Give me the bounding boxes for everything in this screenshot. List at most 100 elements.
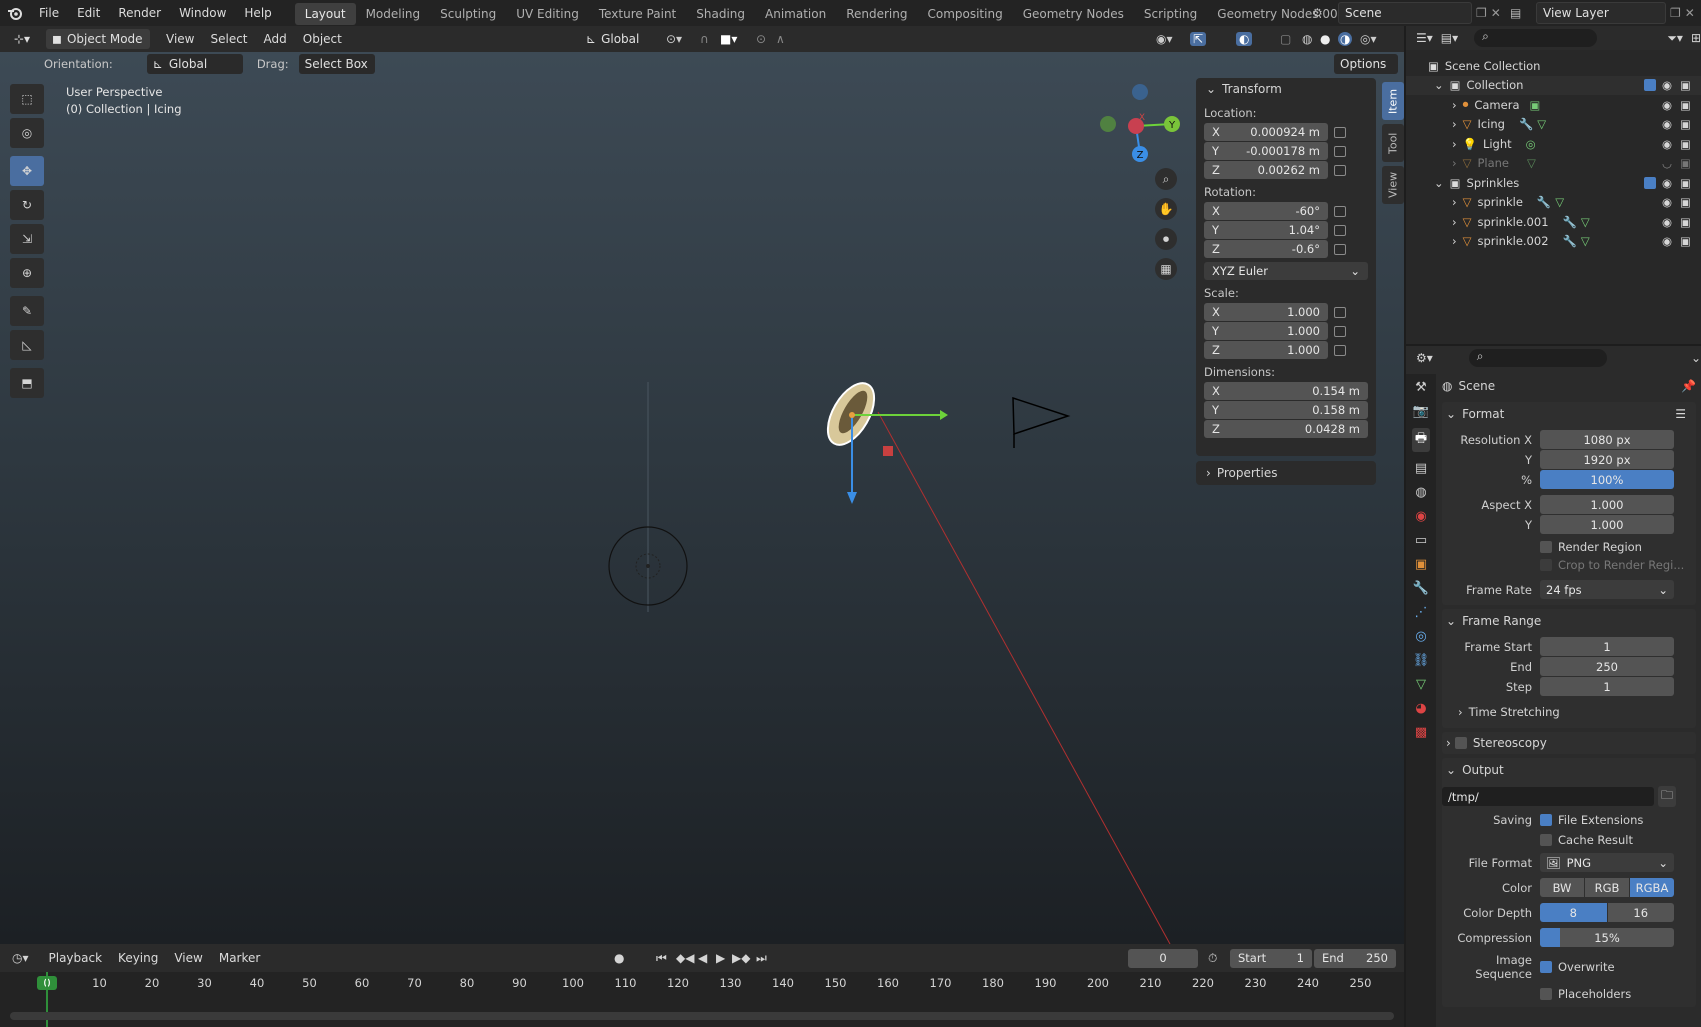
- end-frame-field[interactable]: End 250: [1314, 948, 1396, 968]
- menu-help[interactable]: Help: [235, 0, 280, 26]
- list-item[interactable]: › ▽ Icing 🔧 ▽ ◉ ▣: [1406, 115, 1701, 135]
- rotation-x-field[interactable]: X -60°: [1204, 202, 1328, 220]
- menu-window[interactable]: Window: [170, 0, 235, 26]
- pan-hand-icon[interactable]: ✋: [1155, 198, 1177, 220]
- eye-hidden-icon[interactable]: ◡: [1662, 156, 1672, 170]
- file-extensions-checkbox[interactable]: File Extensions: [1540, 813, 1674, 827]
- menu-view[interactable]: View: [166, 951, 210, 965]
- frame-step-field[interactable]: 1: [1540, 677, 1674, 696]
- dimensions-x-field[interactable]: X 0.154 m: [1204, 382, 1368, 400]
- eye-icon[interactable]: ◉: [1662, 234, 1672, 248]
- eye-icon[interactable]: ◉: [1662, 176, 1672, 190]
- visibility-icon[interactable]: ◉▾: [1156, 32, 1173, 46]
- compression-slider[interactable]: 15%: [1540, 928, 1674, 947]
- output-path-input[interactable]: /tmp/: [1442, 787, 1654, 806]
- output-tab-icon[interactable]: 🖶: [1411, 428, 1431, 452]
- rotation-y-field[interactable]: Y 1.04°: [1204, 221, 1328, 239]
- menu-edit[interactable]: Edit: [68, 0, 109, 26]
- depth-16-button[interactable]: 16: [1607, 903, 1674, 922]
- annotate-tool-icon[interactable]: ✎: [10, 296, 44, 326]
- options-chevron-icon[interactable]: ⌄: [1691, 351, 1701, 365]
- snap-icon[interactable]: ∩: [700, 32, 709, 46]
- cache-result-checkbox[interactable]: Cache Result: [1540, 833, 1674, 847]
- lock-icon[interactable]: [1334, 145, 1346, 157]
- menu-file[interactable]: File: [30, 0, 68, 26]
- modifier-tab-icon[interactable]: 🔧: [1413, 581, 1429, 596]
- current-frame-field[interactable]: 0: [1128, 948, 1198, 968]
- camera-render-icon[interactable]: ▣: [1680, 78, 1691, 92]
- rendered-shading-icon[interactable]: ◎▾: [1360, 32, 1377, 46]
- overlays-icon[interactable]: ◐: [1236, 32, 1253, 46]
- tab-compositing[interactable]: Compositing: [917, 3, 1012, 25]
- navigation-gizmo[interactable]: Y Z X: [1100, 84, 1180, 164]
- resolution-x-field[interactable]: 1080 px: [1540, 430, 1674, 449]
- eye-icon[interactable]: ◉: [1662, 215, 1672, 229]
- tab-rendering[interactable]: Rendering: [836, 3, 917, 25]
- menu-playback[interactable]: Playback: [41, 951, 111, 965]
- camera-render-icon[interactable]: ▣: [1680, 215, 1691, 229]
- placeholders-checkbox[interactable]: Placeholders: [1540, 987, 1674, 1001]
- file-format-select[interactable]: 🖼 PNG ⌄: [1540, 853, 1674, 872]
- wireframe-shading-icon[interactable]: ◍: [1302, 32, 1312, 46]
- checkbox-icon[interactable]: [1454, 737, 1467, 749]
- camera-render-icon[interactable]: ▣: [1680, 195, 1691, 209]
- jump-end-icon[interactable]: ⏭: [756, 951, 767, 966]
- menu-select[interactable]: Select: [202, 32, 255, 46]
- start-frame-field[interactable]: Start 1: [1230, 948, 1312, 968]
- tab-animation[interactable]: Animation: [755, 3, 836, 25]
- play-reverse-icon[interactable]: ◀: [698, 951, 707, 965]
- scene-select[interactable]: Scene: [1338, 2, 1472, 24]
- tab-item[interactable]: Item: [1382, 82, 1404, 120]
- aspect-x-field[interactable]: 1.000: [1540, 495, 1674, 514]
- folder-icon[interactable]: 🗀: [1658, 786, 1677, 807]
- scene-icon[interactable]: ⚙: [1312, 6, 1334, 20]
- list-item[interactable]: ⌄ ▣ Collection ◉ ▣: [1406, 75, 1701, 95]
- tab-texture-paint[interactable]: Texture Paint: [589, 3, 686, 25]
- color-rgb-button[interactable]: RGB: [1585, 878, 1629, 897]
- aspect-y-field[interactable]: 1.000: [1540, 515, 1674, 534]
- cursor-tool-icon[interactable]: ◎: [10, 118, 44, 148]
- frame-start-field[interactable]: 1: [1540, 637, 1674, 656]
- editor-type-icon[interactable]: ☰▾: [1416, 31, 1433, 45]
- lock-icon[interactable]: [1334, 224, 1346, 236]
- eye-icon[interactable]: ◉: [1662, 117, 1672, 131]
- camera-render-icon[interactable]: ▣: [1680, 176, 1691, 190]
- crop-checkbox[interactable]: Crop to Render Regi...: [1540, 558, 1696, 572]
- presets-icon[interactable]: ☰: [1675, 407, 1686, 421]
- camera-render-icon[interactable]: ▣: [1680, 98, 1691, 112]
- tab-view[interactable]: View: [1382, 166, 1404, 204]
- location-z-field[interactable]: Z 0.00262 m: [1204, 161, 1328, 179]
- ortho-grid-icon[interactable]: ▦: [1155, 258, 1177, 280]
- new-collection-icon[interactable]: ⊞: [1691, 31, 1701, 45]
- display-mode-icon[interactable]: ▤▾: [1441, 31, 1458, 45]
- scale-x-field[interactable]: X 1.000: [1204, 303, 1328, 321]
- tool-tab-icon[interactable]: ⚒: [1415, 380, 1427, 395]
- scale-z-field[interactable]: Z 1.000: [1204, 341, 1328, 359]
- lock-icon[interactable]: [1334, 164, 1346, 176]
- frame-rate-select[interactable]: 24 fps ⌄: [1540, 580, 1674, 599]
- format-header[interactable]: ⌄ Format ☰: [1442, 402, 1696, 426]
- material-shading-icon[interactable]: ◑: [1338, 32, 1353, 46]
- physics-tab-icon[interactable]: ◎: [1415, 629, 1426, 644]
- drag-select[interactable]: Select Box: [298, 54, 375, 74]
- tab-tool[interactable]: Tool: [1382, 124, 1404, 162]
- list-item[interactable]: › ▽ sprinkle.002 🔧 ▽ ◉ ▣: [1406, 232, 1701, 252]
- prev-keyframe-icon[interactable]: ◆◀: [676, 951, 694, 965]
- list-item[interactable]: › ▽ Plane ▽ ◡ ▣: [1406, 154, 1701, 174]
- copy-scene-icon[interactable]: ❐: [1476, 6, 1487, 20]
- menu-keying[interactable]: Keying: [110, 951, 166, 965]
- jump-start-icon[interactable]: ⏮: [656, 951, 667, 966]
- stereoscopy-header[interactable]: › Stereoscopy: [1442, 732, 1696, 754]
- depth-8-button[interactable]: 8: [1540, 903, 1607, 922]
- transform-tool-icon[interactable]: ⊕: [10, 258, 44, 288]
- tab-shading[interactable]: Shading: [686, 3, 755, 25]
- material-tab-icon[interactable]: ◕: [1415, 701, 1426, 716]
- copy-view-layer-icon[interactable]: ❐: [1670, 6, 1681, 20]
- camera-view-icon[interactable]: ⏺: [1155, 228, 1177, 250]
- stopwatch-icon[interactable]: ⏱: [1208, 951, 1217, 966]
- rotate-tool-icon[interactable]: ↻: [10, 190, 44, 220]
- xray-icon[interactable]: ▢: [1280, 32, 1291, 46]
- tab-scripting[interactable]: Scripting: [1134, 3, 1207, 25]
- render-region-checkbox[interactable]: Render Region: [1540, 540, 1696, 554]
- lock-icon[interactable]: [1334, 243, 1346, 255]
